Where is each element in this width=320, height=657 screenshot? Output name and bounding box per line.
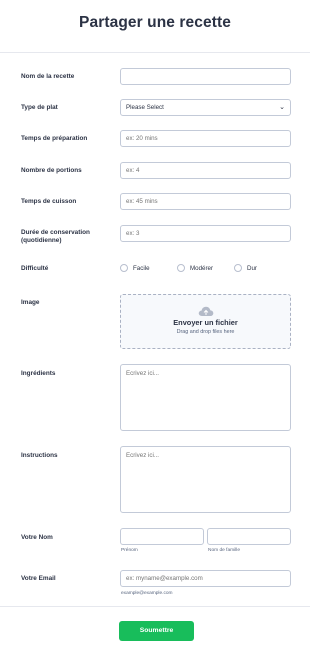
first-name-sublabel: Prénom <box>121 548 138 553</box>
last-name-input[interactable] <box>207 528 291 545</box>
radio-circle[interactable] <box>234 264 242 272</box>
radio-circle[interactable] <box>177 264 185 272</box>
dish-type-selected-value: Please Select <box>126 104 164 111</box>
image-label: Image <box>21 299 40 306</box>
dish-type-label: Type de plat <box>21 104 58 111</box>
recipe-name-input[interactable] <box>120 68 291 85</box>
difficulty-option-medium[interactable]: Modérer <box>177 264 213 272</box>
instructions-textarea[interactable] <box>120 446 291 513</box>
difficulty-option-label: Dur <box>247 264 257 272</box>
cook-time-label: Temps de cuisson <box>21 198 77 205</box>
submit-button[interactable]: Soumettre <box>119 621 194 641</box>
email-input[interactable] <box>120 570 291 587</box>
file-upload-dropzone[interactable]: Envoyer un fichier Drag and drop files h… <box>120 294 291 349</box>
footer-divider <box>0 606 310 607</box>
prep-time-input[interactable] <box>120 130 291 147</box>
servings-label: Nombre de portions <box>21 167 82 174</box>
header-divider <box>0 52 310 53</box>
form-title: Partager une recette <box>79 14 231 31</box>
difficulty-option-easy[interactable]: Facile <box>120 264 150 272</box>
recipe-name-label: Nom de la recette <box>21 73 75 80</box>
email-label: Votre Email <box>21 575 56 582</box>
radio-circle[interactable] <box>120 264 128 272</box>
upload-subtitle: Drag and drop files here <box>176 329 235 335</box>
ingredients-textarea[interactable] <box>120 364 291 431</box>
chevron-down-icon: ⌄ <box>279 104 285 111</box>
difficulty-label: Difficulté <box>21 265 49 272</box>
prep-time-label: Temps de préparation <box>21 135 88 142</box>
name-label: Votre Nom <box>21 534 53 541</box>
dish-type-select[interactable]: Please Select ⌄ <box>120 99 291 116</box>
last-name-sublabel: Nom de famille <box>208 548 240 553</box>
email-sublabel: example@example.com <box>121 591 173 596</box>
difficulty-option-hard[interactable]: Dur <box>234 264 257 272</box>
difficulty-option-label: Modérer <box>190 264 214 272</box>
shelf-life-label: Durée de conservation (quotidienne) <box>21 229 90 244</box>
instructions-label: Instructions <box>21 452 58 459</box>
difficulty-option-label: Facile <box>133 264 150 272</box>
cloud-upload-icon <box>121 304 290 316</box>
ingredients-label: Ingrédients <box>21 370 56 377</box>
upload-title: Envoyer un fichier <box>173 318 238 327</box>
cook-time-input[interactable] <box>120 193 291 210</box>
first-name-input[interactable] <box>120 528 204 545</box>
shelf-life-input[interactable] <box>120 225 291 242</box>
servings-input[interactable] <box>120 162 291 179</box>
